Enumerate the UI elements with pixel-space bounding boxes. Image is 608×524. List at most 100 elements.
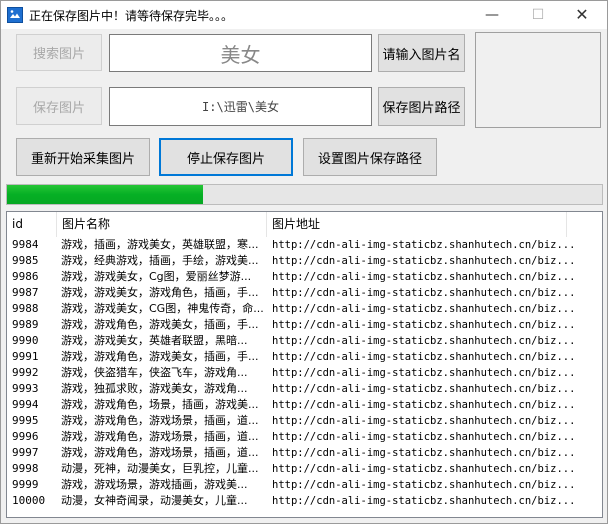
list-header: id 图片名称 图片地址: [7, 212, 602, 237]
row-id: 9997: [12, 446, 39, 459]
row-image-url: http://cdn-ali-img-staticbz.shanhutech.c…: [272, 415, 576, 427]
keyword-input-value: 美女: [220, 42, 261, 67]
row-id: 9999: [12, 478, 39, 491]
app-window: 正在保存图片中！请等待保存完毕。。。 — ☐ ✕ 搜索图片 美女 请输入图片名 …: [0, 0, 608, 524]
row-image-name: 游戏，侠盗猎车，侠盗飞车，游戏角...: [61, 366, 248, 379]
list-rows: 9984 游戏，插画，游戏美女，英雄联盟，寒... http://cdn-ali-i…: [7, 237, 602, 509]
table-row[interactable]: 10000 动漫，女神奇闻录，动漫美女，儿童... http://cdn-ali-i…: [7, 493, 602, 509]
row-id: 9992: [12, 366, 39, 379]
progress-fill: [7, 185, 204, 204]
column-header-name[interactable]: 图片名称: [57, 212, 267, 237]
row-image-name: 游戏，游戏美女，英雄者联盟，黑暗...: [61, 334, 248, 347]
table-row[interactable]: 9986 游戏，游戏美女，Cg图，爱丽丝梦游... http://cdn-ali-i…: [7, 269, 602, 285]
table-row[interactable]: 9995 游戏，游戏角色，游戏场景，插画，道... http://cdn-ali-i…: [7, 413, 602, 429]
row-image-name: 游戏，游戏角色，游戏场景，插画，道...: [61, 430, 259, 443]
row-image-name: 游戏，独孤求败，游戏美女，游戏角...: [61, 382, 248, 395]
row-image-url: http://cdn-ali-img-staticbz.shanhutech.c…: [272, 239, 576, 251]
stop-saving-button-label: 停止保存图片: [186, 151, 265, 167]
save-progress-bar: [6, 184, 603, 205]
search-image-button-label: 搜索图片: [32, 47, 85, 62]
maximize-icon: ☐: [531, 7, 545, 23]
table-row[interactable]: 9997 游戏，游戏角色，游戏场景，插画，道... http://cdn-ali-i…: [7, 445, 602, 461]
row-id: 9989: [12, 318, 39, 331]
row-image-url: http://cdn-ali-img-staticbz.shanhutech.c…: [272, 399, 576, 411]
row-image-url: http://cdn-ali-img-staticbz.shanhutech.c…: [272, 303, 576, 315]
table-row[interactable]: 9991 游戏，游戏角色，游戏美女，插画，手... http://cdn-ali-i…: [7, 349, 602, 365]
row-image-url: http://cdn-ali-img-staticbz.shanhutech.c…: [272, 383, 576, 395]
table-row[interactable]: 9992 游戏，侠盗猎车，侠盗飞车，游戏角... http://cdn-ali-im…: [7, 365, 602, 381]
row-id: 9987: [12, 286, 39, 299]
set-save-path-button-label: 设置图片保存路径: [317, 151, 422, 167]
column-header-id[interactable]: id: [7, 212, 57, 237]
table-row[interactable]: 9985 游戏，经典游戏，插画，手绘，游戏美... http://cdn-ali-i…: [7, 253, 602, 269]
row-image-name: 游戏，游戏角色，场景，插画，游戏美...: [61, 398, 259, 411]
row-image-name: 游戏，经典游戏，插画，手绘，游戏美...: [61, 254, 259, 267]
row-image-url: http://cdn-ali-img-staticbz.shanhutech.c…: [272, 271, 576, 283]
close-button[interactable]: ✕: [559, 1, 605, 29]
row-image-url: http://cdn-ali-img-staticbz.shanhutech.c…: [272, 351, 576, 363]
window-title: 正在保存图片中！请等待保存完毕。。。: [29, 9, 234, 23]
save-image-path-button-label: 保存图片路径: [382, 101, 461, 116]
row-id: 9996: [12, 430, 39, 443]
restart-collect-button-label: 重新开始采集图片: [30, 151, 135, 167]
restart-collect-button[interactable]: 重新开始采集图片: [16, 138, 150, 176]
table-row[interactable]: 9984 游戏，插画，游戏美女，英雄联盟，寒... http://cdn-ali-i…: [7, 237, 602, 253]
row-id: 9986: [12, 270, 39, 283]
image-list[interactable]: id 图片名称 图片地址 9984 游戏，插画，游戏美女，英雄联盟，寒... htt…: [6, 211, 603, 518]
keyword-input[interactable]: 美女: [109, 34, 372, 72]
row-image-url: http://cdn-ali-img-staticbz.shanhutech.c…: [272, 319, 576, 331]
row-image-url: http://cdn-ali-img-staticbz.shanhutech.c…: [272, 335, 576, 347]
table-row[interactable]: 9994 游戏，游戏角色，场景，插画，游戏美... http://cdn-ali-i…: [7, 397, 602, 413]
save-path-input[interactable]: I:\迅雷\美女: [109, 87, 372, 126]
row-image-name: 游戏，游戏场景，游戏插画，游戏美...: [61, 478, 248, 491]
title-bar: 正在保存图片中！请等待保存完毕。。。 — ☐ ✕: [1, 1, 607, 29]
table-row[interactable]: 9999 游戏，游戏场景，游戏插画，游戏美... http://cdn-ali-im…: [7, 477, 602, 493]
set-save-path-button[interactable]: 设置图片保存路径: [303, 138, 437, 176]
table-row[interactable]: 9989 游戏，游戏角色，游戏美女，插画，手... http://cdn-ali-i…: [7, 317, 602, 333]
row-image-name: 游戏，游戏角色，游戏美女，插画，手...: [61, 318, 259, 331]
row-id: 10000: [12, 494, 46, 507]
row-image-url: http://cdn-ali-img-staticbz.shanhutech.c…: [272, 463, 576, 475]
save-image-button-label: 保存图片: [32, 100, 85, 116]
row-image-url: http://cdn-ali-img-staticbz.shanhutech.c…: [272, 255, 576, 267]
enter-image-name-button-label: 请输入图片名: [382, 47, 461, 63]
table-row[interactable]: 9993 游戏，独孤求败，游戏美女，游戏角... http://cdn-ali-im…: [7, 381, 602, 397]
row-id: 9998: [12, 462, 39, 475]
table-row[interactable]: 9990 游戏，游戏美女，英雄者联盟，黑暗... http://cdn-ali-im…: [7, 333, 602, 349]
row-image-name: 动漫，死神，动漫美女，巨乳控，儿童...: [61, 462, 259, 475]
row-id: 9993: [12, 382, 39, 395]
column-header-url[interactable]: 图片地址: [267, 212, 567, 237]
table-row[interactable]: 9988 游戏，游戏美女，CG图，神鬼传奇，命... http://cdn-ali-…: [7, 301, 602, 317]
row-image-url: http://cdn-ali-img-staticbz.shanhutech.c…: [272, 479, 576, 491]
row-id: 9990: [12, 334, 39, 347]
row-image-name: 游戏，游戏角色，游戏美女，插画，手...: [61, 350, 259, 363]
row-image-name: 游戏，游戏美女，Cg图，爱丽丝梦游...: [61, 270, 252, 283]
row-image-url: http://cdn-ali-img-staticbz.shanhutech.c…: [272, 495, 576, 507]
row-image-name: 动漫，女神奇闻录，动漫美女，儿童...: [61, 494, 248, 507]
row-image-name: 游戏，游戏美女，游戏角色，插画，手...: [61, 286, 259, 299]
row-id: 9984: [12, 238, 39, 251]
table-row[interactable]: 9987 游戏，游戏美女，游戏角色，插画，手... http://cdn-ali-i…: [7, 285, 602, 301]
close-icon: ✕: [575, 5, 589, 24]
row-id: 9988: [12, 302, 39, 315]
maximize-button[interactable]: ☐: [515, 1, 561, 29]
row-image-name: 游戏，插画，游戏美女，英雄联盟，寒...: [61, 238, 259, 251]
table-row[interactable]: 9996 游戏，游戏角色，游戏场景，插画，道... http://cdn-ali-i…: [7, 429, 602, 445]
save-image-button[interactable]: 保存图片: [16, 87, 102, 125]
row-image-url: http://cdn-ali-img-staticbz.shanhutech.c…: [272, 447, 576, 459]
row-image-url: http://cdn-ali-img-staticbz.shanhutech.c…: [272, 367, 576, 379]
table-row[interactable]: 9998 动漫，死神，动漫美女，巨乳控，儿童... http://cdn-ali-i…: [7, 461, 602, 477]
row-image-url: http://cdn-ali-img-staticbz.shanhutech.c…: [272, 287, 576, 299]
row-image-name: 游戏，游戏角色，游戏场景，插画，道...: [61, 414, 259, 427]
enter-image-name-button[interactable]: 请输入图片名: [378, 34, 465, 72]
row-id: 9985: [12, 254, 39, 267]
save-image-path-button[interactable]: 保存图片路径: [378, 87, 465, 126]
row-id: 9995: [12, 414, 39, 427]
stop-saving-button[interactable]: 停止保存图片: [159, 138, 293, 176]
save-path-input-value: I:\迅雷\美女: [202, 100, 279, 114]
image-preview: [475, 32, 601, 128]
minimize-button[interactable]: —: [469, 1, 515, 29]
app-icon: [7, 7, 23, 23]
search-image-button[interactable]: 搜索图片: [16, 34, 102, 71]
row-image-url: http://cdn-ali-img-staticbz.shanhutech.c…: [272, 431, 576, 443]
